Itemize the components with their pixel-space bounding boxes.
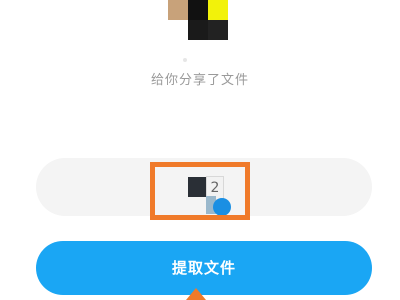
sharer-avatar [168, 0, 230, 40]
avatar-pixel [208, 0, 228, 20]
sharer-name-placeholder [183, 58, 187, 62]
share-message: 给你分享了文件 [150, 73, 249, 88]
avatar-pixel [188, 0, 208, 20]
extract-file-button[interactable]: 提取文件 [36, 241, 372, 295]
arrow-up-icon [186, 288, 206, 300]
avatar-pixel [188, 20, 208, 40]
highlight-annotation-box [150, 162, 250, 220]
share-extract-page: 给你分享了文件 2 提取文件 [0, 0, 400, 300]
avatar-pixel [168, 0, 188, 20]
avatar-pixel [208, 20, 228, 40]
